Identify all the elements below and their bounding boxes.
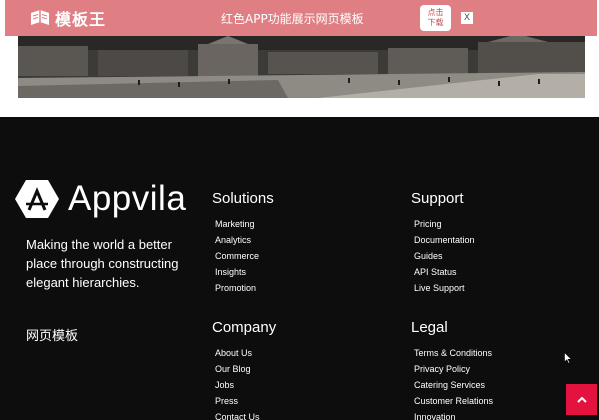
brand[interactable]: Appvila <box>14 179 186 219</box>
footer-link[interactable]: Innovation <box>414 409 493 420</box>
footer-link[interactable]: Press <box>215 393 276 409</box>
column-heading: Company <box>212 319 277 336</box>
footer-link[interactable]: About Us <box>215 345 276 361</box>
download-label-line1: 点击 <box>427 8 444 17</box>
column-heading: Support <box>411 190 464 207</box>
footer-link[interactable]: Catering Services <box>414 377 493 393</box>
site-logo[interactable]: 模板王 <box>29 7 106 29</box>
footer-link[interactable]: Customer Relations <box>414 393 493 409</box>
footer-link[interactable]: Live Support <box>414 280 475 296</box>
footer-link[interactable]: Promotion <box>215 280 274 296</box>
book-icon <box>31 10 49 25</box>
footer-column-company: Company About Us Our Blog Jobs Press Con… <box>212 319 276 420</box>
footer-link[interactable]: Privacy Policy <box>414 361 493 377</box>
download-button[interactable]: 点击 下载 <box>420 5 451 31</box>
footer-link[interactable]: API Status <box>414 264 475 280</box>
footer-link[interactable]: Pricing <box>414 216 475 232</box>
close-button[interactable]: X <box>461 12 473 24</box>
promo-bar: 模板王 红色APP功能展示网页模板 点击 下载 X <box>5 0 597 36</box>
scroll-to-top-button[interactable] <box>566 384 597 415</box>
chevron-up-icon <box>576 396 587 403</box>
footer-link[interactable]: Guides <box>414 248 475 264</box>
download-label-line2: 下载 <box>427 18 444 27</box>
promo-title: 红色APP功能展示网页模板 <box>221 12 364 26</box>
column-heading: Legal <box>411 319 448 336</box>
footer-link[interactable]: Documentation <box>414 232 475 248</box>
footer-link[interactable]: Contact Us <box>215 409 276 420</box>
footer-cn-text: 网页模板 <box>26 329 79 344</box>
column-heading: Solutions <box>212 190 274 207</box>
footer-link[interactable]: Terms & Conditions <box>414 345 493 361</box>
footer-column-solutions: Solutions Marketing Analytics Commerce I… <box>212 190 274 296</box>
footer-link[interactable]: Analytics <box>215 232 274 248</box>
brand-name: Appvila <box>68 179 187 218</box>
footer-link[interactable]: Insights <box>215 264 274 280</box>
brand-tagline: Making the world a better place through … <box>26 237 179 290</box>
footer-link[interactable]: Commerce <box>215 248 274 264</box>
footer-link[interactable]: Marketing <box>215 216 274 232</box>
footer-column-support: Support Pricing Documentation Guides API… <box>411 190 475 296</box>
hexagon-a-icon <box>15 180 59 218</box>
logo-text: 模板王 <box>55 10 107 29</box>
hero-image <box>18 36 585 98</box>
footer-column-legal: Legal Terms & Conditions Privacy Policy … <box>411 319 493 420</box>
footer-link[interactable]: Our Blog <box>215 361 276 377</box>
site-footer: Appvila Making the world a better place … <box>0 117 599 420</box>
footer-link[interactable]: Jobs <box>215 377 276 393</box>
mouse-pointer-icon <box>564 352 572 364</box>
